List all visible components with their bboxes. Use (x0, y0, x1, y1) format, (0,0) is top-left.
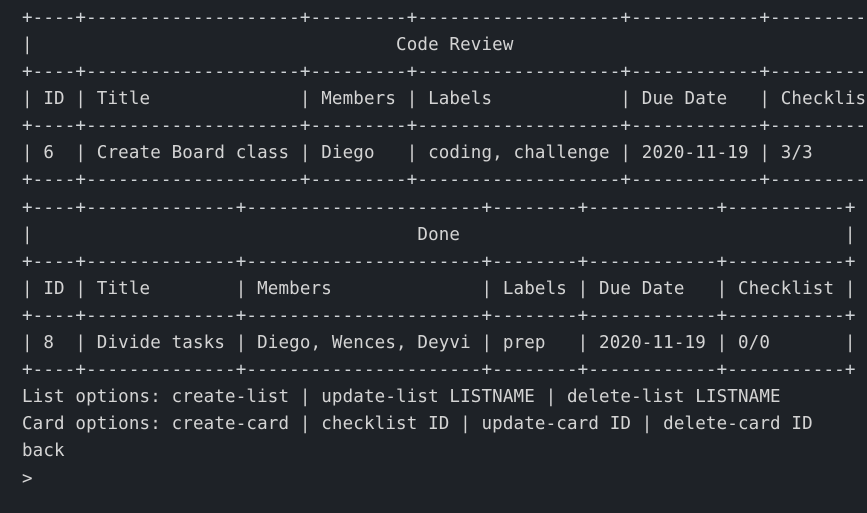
command-prompt[interactable]: > (22, 469, 33, 489)
code-review-title-border: +----+--------------------+---------+---… (22, 62, 867, 82)
done-bottom-border: +----+--------------+-------------------… (22, 360, 856, 380)
code-review-bottom-border: +----+--------------------+---------+---… (22, 170, 867, 190)
done-header-border: +----+--------------+-------------------… (22, 306, 856, 326)
code-review-header-border: +----+--------------------+---------+---… (22, 116, 867, 136)
card-options-text: Card options: create-card | checklist ID… (22, 414, 813, 434)
code-review-list-title: | Code Review | (22, 35, 867, 55)
done-card-row: | 8 | Divide tasks | Diego, Wences, Deyv… (22, 333, 856, 353)
list-options-text: List options: create-list | update-list … (22, 387, 781, 407)
done-top-border: +----+--------------+-------------------… (22, 198, 856, 218)
code-review-table-header: | ID | Title | Members | Labels | Due Da… (22, 89, 867, 109)
done-title-border: +----+--------------+-------------------… (22, 252, 856, 272)
code-review-top-border: +----+--------------------+---------+---… (22, 8, 867, 28)
code-review-card-row: | 6 | Create Board class | Diego | codin… (22, 143, 867, 163)
done-table-header: | ID | Title | Members | Labels | Due Da… (22, 279, 856, 299)
back-option-text: back (22, 441, 65, 461)
terminal-window[interactable]: +----+--------------------+---------+---… (0, 0, 867, 513)
done-list-title: | Done | (22, 225, 856, 245)
